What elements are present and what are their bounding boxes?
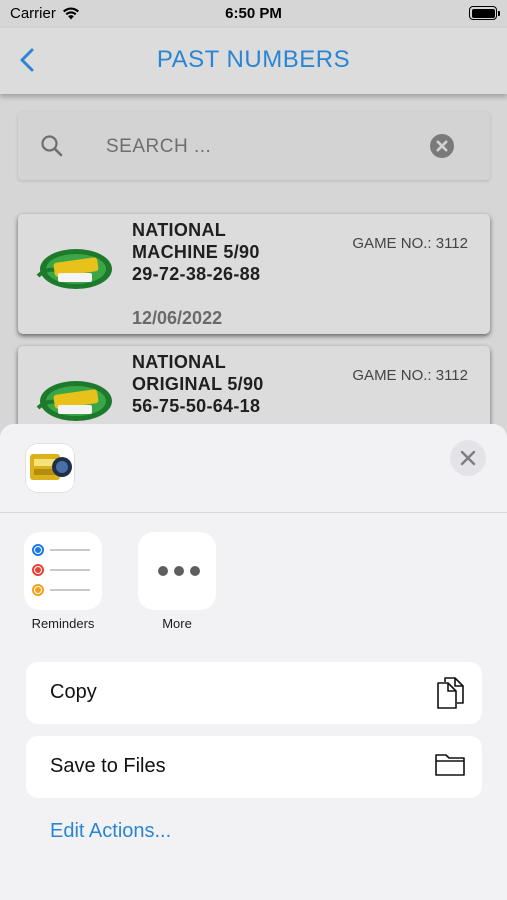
result-card[interactable]: NATIONAL MACHINE 5/90 29-72-38-26-88 GAM… [18,214,490,334]
divider [0,512,507,513]
reminders-label: Reminders [31,616,95,631]
copy-icon [437,677,464,709]
more-icon [158,566,200,576]
status-time: 6:50 PM [225,5,282,22]
app-icon [26,444,74,492]
edit-actions-link[interactable]: Edit Actions... [50,820,171,843]
more-label: More [162,616,192,631]
copy-action[interactable]: Copy [26,662,482,724]
lotto-type: ORIGINAL 5/90 [132,374,264,394]
clear-icon[interactable] [430,134,454,158]
winning-numbers: 56-75-50-64-18 [132,396,261,416]
share-sheet: Reminders More Copy Save to Files Edit A… [0,424,507,900]
winning-numbers: 29-72-38-26-88 [132,264,261,284]
page-title: PAST NUMBERS [156,46,351,73]
lotto-name: NATIONAL [132,220,227,240]
weekly-lotto-logo [36,381,112,421]
battery-icon [469,6,500,20]
reminders-app[interactable] [24,532,102,610]
close-button[interactable] [450,440,486,476]
nav-bar: PAST NUMBERS [0,28,507,94]
save-to-files-label: Save to Files [50,755,166,777]
game-number: GAME NO.: 3112 [352,235,468,252]
draw-date: 12/06/2022 [132,308,223,328]
search-bar[interactable]: SEARCH ... [18,112,490,180]
lotto-name: NATIONAL [132,352,227,372]
close-icon [460,450,476,466]
search-input[interactable]: SEARCH ... [106,136,211,158]
more-app[interactable] [138,532,216,610]
weekly-lotto-logo [36,249,112,289]
search-icon [41,135,63,157]
game-number: GAME NO.: 3112 [352,367,468,384]
copy-label: Copy [50,681,97,703]
result-card[interactable]: NATIONAL ORIGINAL 5/90 56-75-50-64-18 GA… [18,346,490,436]
save-to-files-action[interactable]: Save to Files [26,736,482,798]
lotto-type: MACHINE 5/90 [132,242,260,262]
folder-icon [435,754,465,776]
status-bar: Carrier 6:50 PM [0,0,507,28]
